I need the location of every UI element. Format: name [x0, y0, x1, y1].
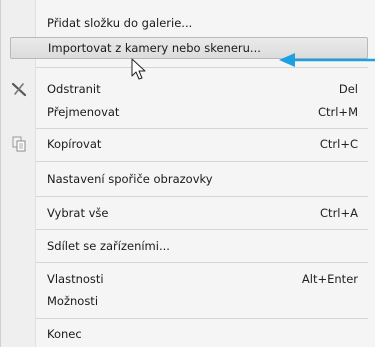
- annotation-arrow-icon: [279, 53, 375, 67]
- context-menu: Přidat složku do galerie... Importovat z…: [0, 0, 375, 347]
- menu-item-label: Vybrat vše: [47, 206, 109, 220]
- menu-item-properties[interactable]: Vlastnosti Alt+Enter: [36, 268, 368, 290]
- delete-x-icon: [11, 82, 27, 97]
- menu-separator: [36, 128, 368, 129]
- menu-item-shortcut: Ctrl+A: [320, 206, 358, 220]
- menu-item-shortcut: Ctrl+M: [317, 105, 358, 119]
- menu-item-rename[interactable]: Přejmenovat Ctrl+M: [36, 101, 368, 123]
- copy-icon: [12, 136, 26, 152]
- menu-separator: [36, 229, 368, 230]
- menu-item-select-all[interactable]: Vybrat vše Ctrl+A: [36, 202, 368, 224]
- menu-item-label: Nastavení spořiče obrazovky: [47, 172, 213, 186]
- menu-item-shortcut: Ctrl+C: [319, 137, 358, 151]
- menu-item-label: Odstranit: [47, 82, 101, 96]
- menu-separator: [36, 196, 368, 197]
- menu-item-screensaver-settings[interactable]: Nastavení spořiče obrazovky: [36, 168, 368, 190]
- menu-item-exit[interactable]: Konec: [36, 323, 368, 345]
- menu-item-share-devices[interactable]: Sdílet se zařízeními...: [36, 235, 368, 257]
- menu-item-label: Konec: [47, 327, 82, 341]
- menu-item-delete[interactable]: Odstranit Del: [36, 78, 368, 100]
- menu-item-label: Sdílet se zařízeními...: [47, 239, 170, 253]
- menu-item-copy[interactable]: Kopírovat Ctrl+C: [36, 133, 368, 155]
- menu-separator: [36, 262, 368, 263]
- menu-item-label: Možnosti: [47, 294, 99, 308]
- menu-item-shortcut: Del: [338, 82, 358, 96]
- menu-item-label: Přejmenovat: [47, 105, 120, 119]
- menu-item-label: Kopírovat: [47, 137, 102, 151]
- menu-separator: [36, 318, 368, 319]
- menu-separator: [36, 161, 368, 162]
- menu-item-label: Vlastnosti: [47, 272, 104, 286]
- menu-item-add-folder[interactable]: Přidat složku do galerie...: [36, 12, 368, 34]
- menu-item-options[interactable]: Možnosti: [36, 290, 368, 312]
- menu-item-shortcut: Alt+Enter: [301, 272, 358, 286]
- menu-separator: [36, 67, 368, 68]
- menu-item-label: Přidat složku do galerie...: [47, 16, 193, 30]
- mouse-pointer-icon: [131, 58, 146, 80]
